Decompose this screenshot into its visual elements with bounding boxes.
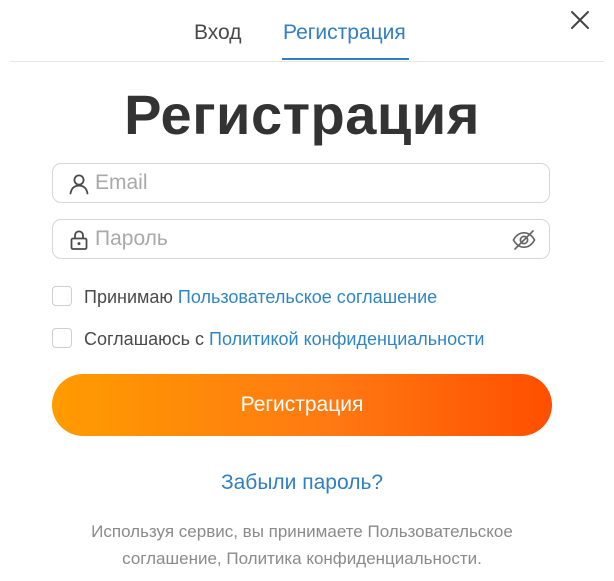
register-button[interactable]: Регистрация — [52, 374, 552, 436]
terms-label: Принимаю Пользовательское соглашение — [84, 286, 437, 308]
active-tab-indicator — [282, 58, 409, 60]
close-icon — [571, 11, 589, 29]
toggle-password-visibility-button[interactable] — [511, 227, 537, 253]
footer-line-2: соглашение, Политика конфиденциальности. — [122, 549, 482, 568]
tab-register[interactable]: Регистрация — [283, 20, 406, 46]
terms-link[interactable]: Пользовательское соглашение — [178, 287, 437, 307]
password-input[interactable] — [95, 220, 495, 258]
password-field-wrapper — [52, 219, 550, 259]
terms-checkbox[interactable] — [52, 286, 72, 306]
email-input[interactable] — [95, 164, 495, 202]
email-field-wrapper — [52, 163, 550, 203]
footer-line-1: Используя сервис, вы принимаете Пользова… — [91, 522, 513, 541]
user-icon — [69, 174, 89, 195]
privacy-checkbox[interactable] — [52, 328, 72, 348]
footer-note: Используя сервис, вы принимаете Пользова… — [60, 518, 544, 572]
terms-prefix: Принимаю — [84, 287, 178, 307]
privacy-link[interactable]: Политикой конфиденциальности — [209, 329, 484, 349]
privacy-prefix: Соглашаюсь с — [84, 329, 210, 349]
tabs-divider — [10, 61, 604, 62]
tab-login[interactable]: Вход — [194, 20, 242, 46]
close-button[interactable] — [568, 8, 592, 32]
auth-tabs: Вход Регистрация — [0, 0, 614, 62]
lock-icon — [70, 230, 88, 250]
eye-off-icon — [512, 230, 536, 250]
forgot-password-link[interactable]: Забыли пароль? — [0, 470, 604, 496]
page-title: Регистрация — [124, 83, 480, 146]
privacy-label: Соглашаюсь с Политикой конфиденциальност… — [84, 328, 484, 350]
